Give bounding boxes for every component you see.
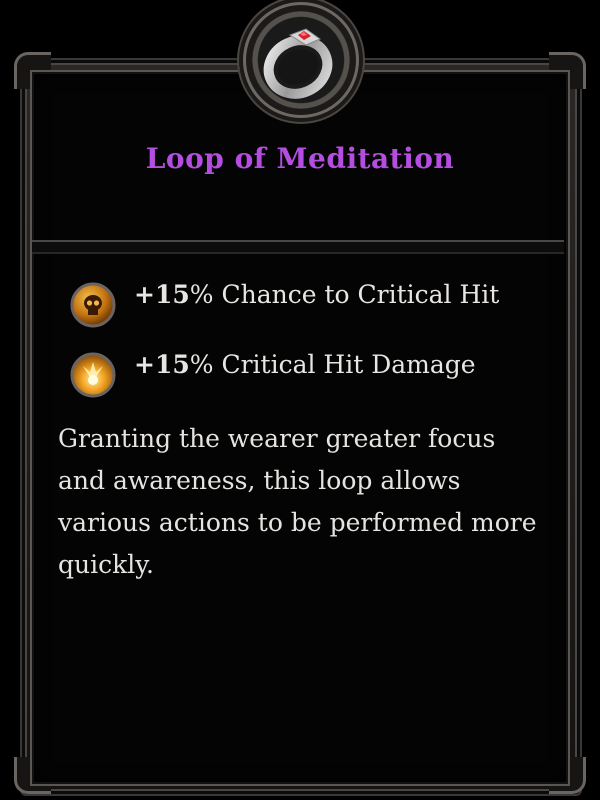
- stat-unit: %: [189, 350, 214, 379]
- stat-value: +15: [134, 280, 190, 309]
- item-icon-medallion: [243, 2, 359, 118]
- item-tooltip: Loop of Meditation +15% Chance to Critic…: [0, 0, 600, 800]
- stat-unit: %: [189, 280, 214, 309]
- burst-medallion-icon: [70, 352, 116, 398]
- item-name: Loop of Meditation: [145, 142, 455, 175]
- skull-medallion-icon: [70, 282, 116, 328]
- stat-label: Chance to Critical Hit: [221, 280, 500, 309]
- item-description: Granting the wearer greater focus and aw…: [58, 424, 537, 579]
- stat-value: +15: [134, 350, 190, 379]
- stat-label: Critical Hit Damage: [221, 350, 476, 379]
- title-divider: [32, 240, 564, 254]
- silver-ring-with-red-gem-icon: [263, 28, 333, 99]
